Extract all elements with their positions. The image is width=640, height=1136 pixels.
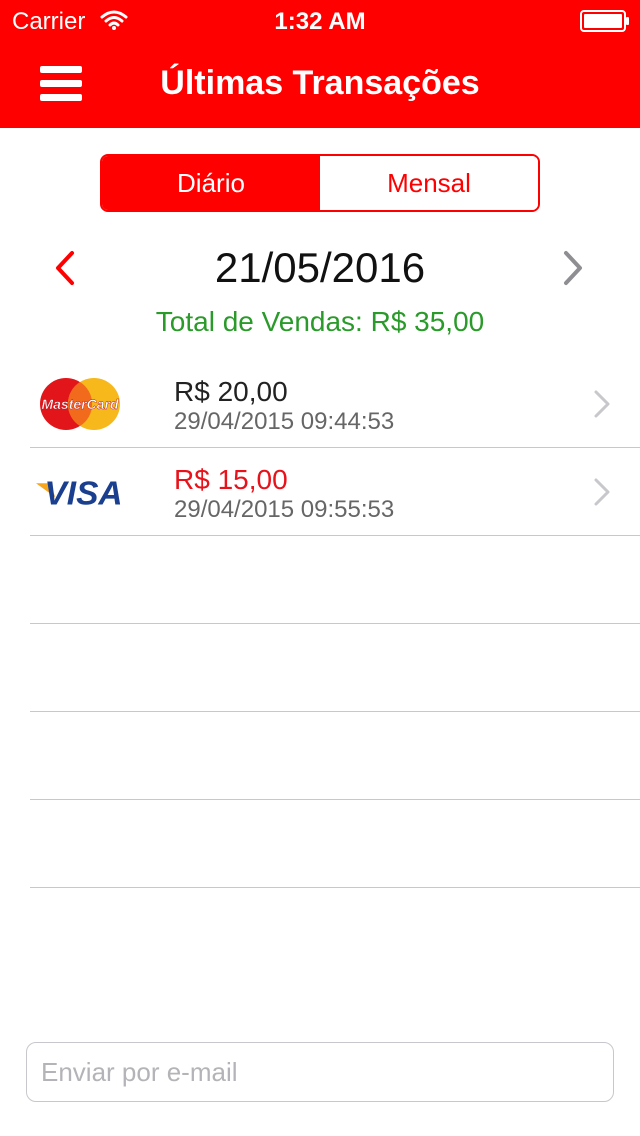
sales-total: Total de Vendas: R$ 35,00 — [155, 306, 485, 337]
current-date: 21/05/2016 — [214, 244, 426, 291]
date-navigator: 21/05/2016 — [0, 236, 640, 300]
transaction-row[interactable]: VISA R$ 15,00 29/04/2015 09:55:53 — [30, 448, 640, 536]
battery-icon — [580, 10, 629, 32]
mastercard-logo: MasterCard — [40, 378, 120, 430]
visa-logo: VISA — [36, 475, 123, 512]
transaction-list: MasterCard R$ 20,00 29/04/2015 09:44:53 … — [0, 360, 640, 888]
transaction-datetime: 29/04/2015 09:44:53 — [174, 408, 395, 435]
empty-row — [30, 712, 640, 800]
status-bar: Carrier 1:32 AM — [0, 0, 640, 40]
segment-daily[interactable]: Diário — [102, 156, 320, 210]
disclosure-chevron-icon — [594, 390, 610, 418]
disclosure-chevron-icon — [594, 478, 610, 506]
empty-row — [30, 624, 640, 712]
transaction-amount: R$ 15,00 — [174, 464, 288, 495]
chevron-right-icon[interactable] — [556, 250, 590, 286]
transaction-amount: R$ 20,00 — [174, 376, 288, 407]
segment-monthly[interactable]: Mensal — [320, 156, 538, 210]
nav-bar: Últimas Transações — [0, 40, 640, 128]
visa-wordmark: VISA — [45, 475, 123, 512]
email-input[interactable] — [26, 1042, 614, 1102]
mastercard-wordmark: MasterCard — [41, 396, 118, 412]
app-header: Carrier 1:32 AM Últimas Transações — [0, 0, 640, 128]
page-title: Últimas Transações — [160, 64, 480, 102]
status-time: 1:32 AM — [274, 8, 366, 35]
empty-row — [30, 536, 640, 624]
transaction-datetime: 29/04/2015 09:55:53 — [174, 496, 395, 523]
empty-row — [30, 800, 640, 888]
period-segmented-control: Diário Mensal — [100, 154, 540, 212]
transaction-row[interactable]: MasterCard R$ 20,00 29/04/2015 09:44:53 — [30, 360, 640, 448]
